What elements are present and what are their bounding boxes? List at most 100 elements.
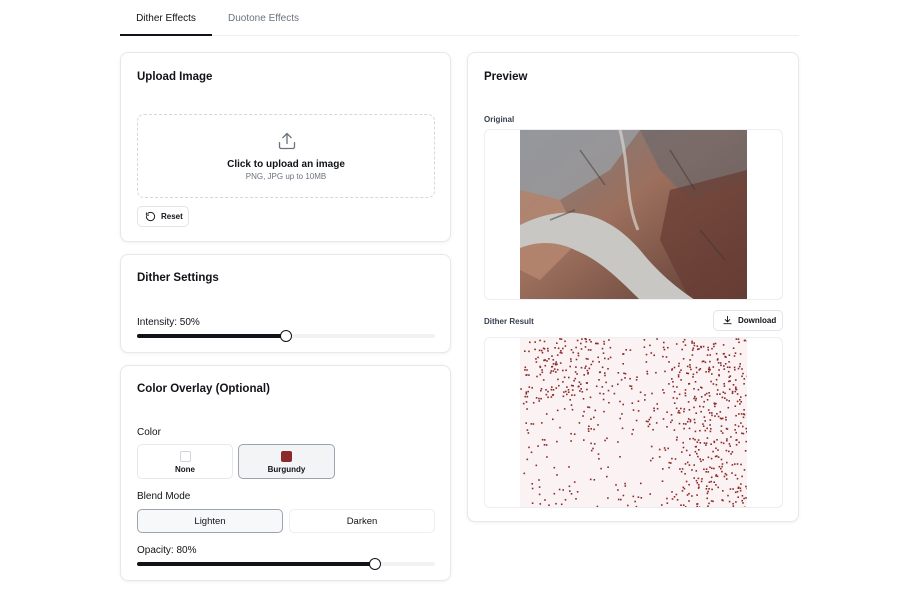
dither-dot (602, 393, 605, 395)
dither-dot (716, 393, 718, 395)
dither-dot (667, 447, 669, 450)
color-option-none[interactable]: None (137, 444, 233, 479)
dither-dot (675, 493, 678, 496)
dither-dot (695, 445, 697, 448)
dither-dot (603, 343, 605, 345)
dither-dot (710, 380, 712, 383)
dither-dot (738, 441, 740, 444)
dither-dot (663, 341, 665, 344)
intensity-slider[interactable] (137, 329, 435, 343)
dither-dot (604, 372, 606, 374)
dither-dot (550, 396, 553, 398)
dither-dot (561, 352, 563, 354)
dither-dot (689, 359, 691, 361)
tab-duotone-effects[interactable]: Duotone Effects (212, 0, 315, 36)
dither-dot (555, 387, 558, 389)
dither-dot (710, 443, 712, 445)
dither-dot (658, 448, 661, 451)
dither-dot (550, 370, 553, 372)
blend-darken-button[interactable]: Darken (289, 509, 435, 533)
dither-dot (742, 372, 744, 375)
dither-dot (696, 371, 698, 374)
slider-thumb[interactable] (369, 558, 382, 570)
dither-dot (700, 396, 703, 398)
dither-dot (568, 376, 570, 379)
dither-dot (520, 388, 522, 390)
dither-dot (569, 490, 571, 492)
dither-dot (574, 377, 577, 380)
dither-dot (736, 393, 739, 395)
dither-dot (685, 449, 688, 452)
dither-dot (735, 388, 738, 391)
dither-dot (525, 401, 528, 403)
dither-dot (556, 368, 559, 371)
dither-dot (680, 504, 682, 506)
dither-dot (682, 441, 684, 444)
dither-dot (651, 392, 653, 395)
original-label: Original (484, 115, 515, 124)
dither-dot (556, 409, 559, 412)
dither-dot (742, 502, 744, 504)
dither-dot (688, 500, 690, 502)
dither-dot (743, 378, 746, 380)
dither-dot (585, 340, 588, 343)
download-button[interactable]: Download (713, 310, 783, 331)
intensity-label: Intensity: 50% (137, 317, 200, 328)
dither-dot (632, 495, 635, 498)
dither-dot (739, 403, 741, 405)
dither-dot (671, 498, 674, 500)
dither-dot (543, 348, 546, 350)
dither-dot (557, 378, 559, 381)
dither-dot (688, 483, 690, 486)
dither-dot (578, 385, 580, 388)
dither-dot (678, 393, 681, 396)
dither-dot (725, 416, 727, 419)
dither-dot (624, 377, 626, 379)
dither-dot (714, 405, 716, 408)
dither-dot (550, 388, 553, 391)
dither-dot (572, 385, 574, 387)
dither-dot (570, 440, 572, 442)
dither-dot (621, 427, 624, 430)
dither-dot (647, 420, 649, 423)
dither-dot (570, 349, 573, 351)
dither-dot (656, 407, 659, 410)
dither-dot (594, 409, 597, 412)
dither-dot (538, 349, 541, 352)
dither-dot (726, 439, 728, 442)
color-name-none: None (175, 465, 195, 474)
dither-dot (672, 397, 675, 399)
dither-dot (700, 460, 702, 463)
dither-dot (722, 499, 724, 502)
dither-dot (710, 457, 713, 460)
tab-dither-effects[interactable]: Dither Effects (120, 0, 212, 36)
dither-dot (584, 346, 587, 348)
slider-thumb[interactable] (280, 330, 292, 342)
dither-dot (698, 506, 701, 507)
upload-dropzone[interactable]: Click to upload an image PNG, JPG up to … (137, 114, 435, 198)
dither-dot (740, 396, 742, 398)
dither-dot (558, 488, 561, 491)
dither-dot (684, 506, 687, 507)
dither-dot (588, 367, 591, 370)
dither-dot (720, 364, 722, 367)
dither-dot (526, 429, 529, 431)
dither-dot (558, 384, 560, 387)
dither-dot (580, 383, 582, 385)
dither-dot (562, 347, 564, 350)
color-option-burgundy[interactable]: Burgundy (238, 444, 335, 479)
reset-button[interactable]: Reset (137, 206, 189, 227)
dither-dot (716, 475, 719, 478)
dither-dot (677, 374, 680, 376)
blend-lighten-button[interactable]: Lighten (137, 509, 283, 533)
dither-dot (569, 365, 571, 368)
dither-dot (543, 340, 546, 343)
dither-dot (706, 427, 708, 430)
dither-dot (545, 444, 548, 446)
dither-dot (592, 360, 594, 363)
dither-dot (703, 416, 706, 418)
dither-dot (689, 419, 692, 421)
dither-dot (570, 360, 572, 363)
opacity-slider[interactable] (137, 557, 435, 571)
dither-dot (698, 486, 700, 488)
